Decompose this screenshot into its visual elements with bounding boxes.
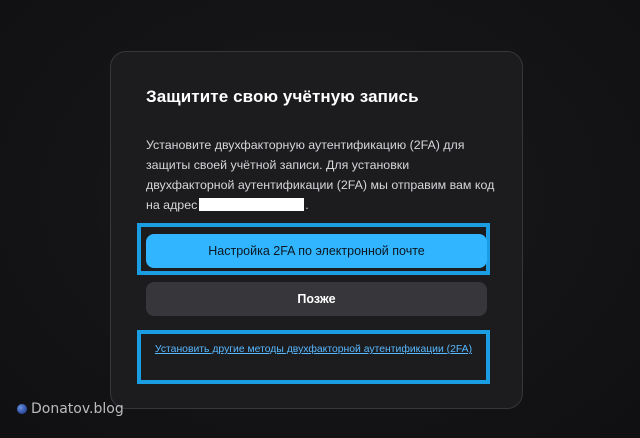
later-button[interactable]: Позже — [146, 282, 487, 316]
description-end: . — [305, 198, 309, 212]
watermark: Donatov.blog — [17, 401, 124, 417]
redacted-email — [199, 198, 305, 211]
watermark-text: Donatov.blog — [31, 401, 124, 417]
other-2fa-methods-link[interactable]: Установить другие методы двухфакторной а… — [151, 341, 476, 358]
setup-email-2fa-button[interactable]: Настройка 2FA по электронной почте — [146, 234, 487, 268]
setup-2fa-dialog: Защитите свою учётную запись Установите … — [110, 51, 523, 409]
description-text: Установите двухфакторную аутентификацию … — [146, 138, 495, 212]
dialog-title: Защитите свою учётную запись — [146, 87, 419, 106]
dialog-description: Установите двухфакторную аутентификацию … — [146, 135, 496, 215]
watermark-logo-icon — [17, 404, 27, 414]
